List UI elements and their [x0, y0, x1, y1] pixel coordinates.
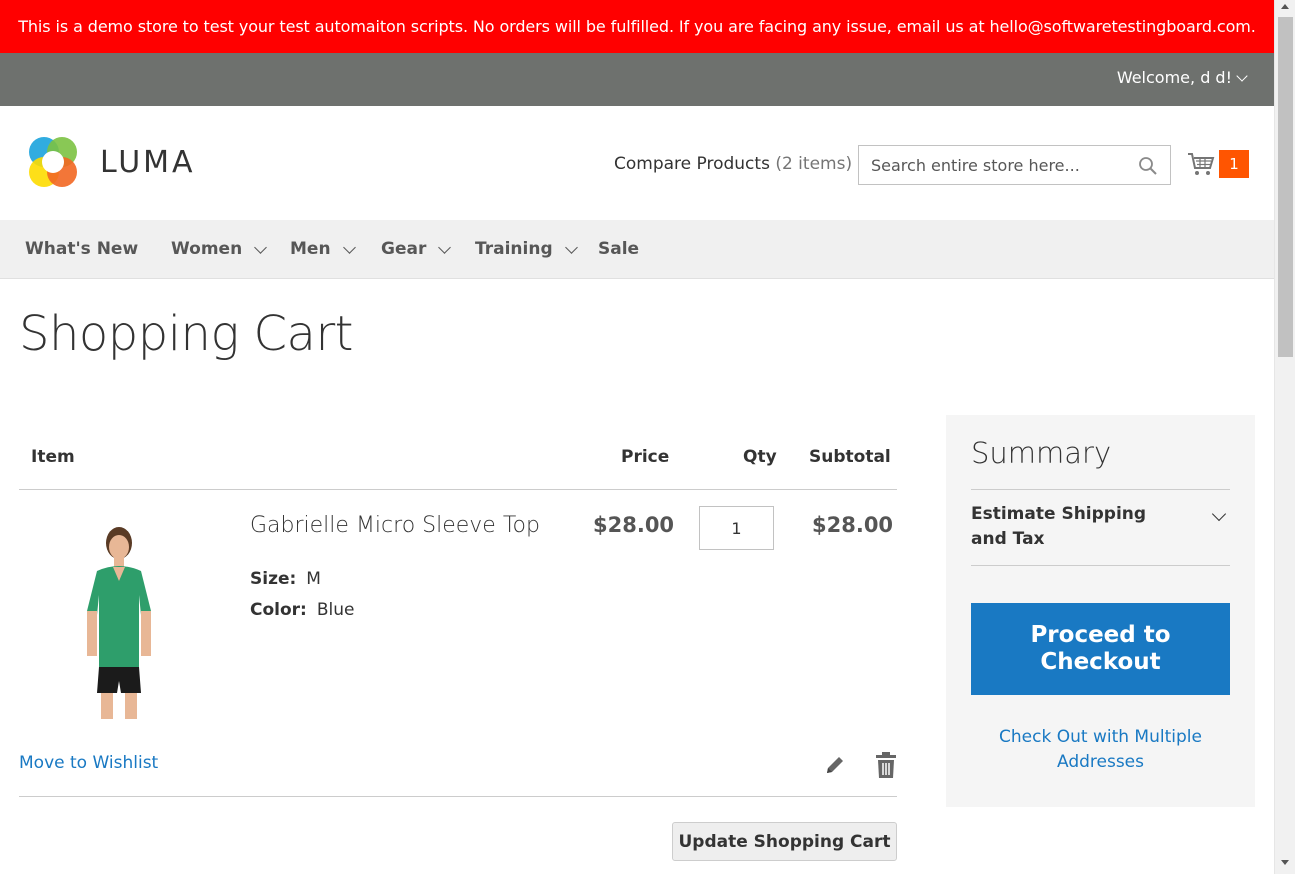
nav-item-training[interactable]: Training	[475, 239, 578, 259]
item-price: $28.00	[593, 513, 675, 537]
product-image[interactable]	[73, 521, 163, 721]
column-header-subtotal: Subtotal	[809, 447, 891, 467]
nav-item-women[interactable]: Women	[171, 239, 268, 259]
logo-text: LUMA	[100, 144, 196, 180]
qty-input[interactable]	[699, 506, 774, 550]
column-header-item: Item	[31, 447, 75, 467]
summary-title: Summary	[971, 436, 1112, 470]
compare-label: Compare Products	[614, 154, 770, 174]
chevron-down-icon[interactable]	[1211, 506, 1227, 522]
column-header-price: Price	[621, 447, 670, 467]
cart-icon	[1188, 153, 1215, 175]
chevron-down-icon	[254, 240, 268, 254]
option-value: Blue	[316, 600, 355, 620]
summary-divider	[971, 489, 1230, 490]
summary-divider	[971, 565, 1230, 566]
scroll-down-arrow-icon[interactable]	[1281, 860, 1289, 865]
scrollbar-thumb[interactable]	[1278, 17, 1293, 357]
nav-item-whats-new[interactable]: What's New	[25, 239, 138, 259]
pencil-icon[interactable]	[823, 753, 847, 777]
demo-store-banner: This is a demo store to test your test a…	[0, 0, 1274, 53]
search-icon[interactable]	[1138, 156, 1158, 176]
compare-count: (2 items)	[775, 154, 853, 174]
demo-banner-text: This is a demo store to test your test a…	[18, 17, 1256, 36]
nav-item-men[interactable]: Men	[290, 239, 356, 259]
nav-item-sale[interactable]: Sale	[598, 239, 639, 259]
nav-item-label: Men	[290, 239, 331, 259]
nav-item-label: What's New	[25, 239, 139, 259]
site-header: LUMA Compare Products (2 items) 1	[0, 106, 1274, 220]
luma-logo-icon	[29, 137, 77, 187]
logo-link[interactable]: LUMA	[26, 134, 196, 190]
proceed-to-checkout-button[interactable]: Proceed to Checkout	[971, 603, 1230, 695]
chevron-down-icon	[438, 240, 452, 254]
nav-item-gear[interactable]: Gear	[381, 239, 452, 259]
product-option-color: Color: Blue	[250, 600, 354, 620]
multi-address-checkout-link[interactable]: Check Out with Multiple Addresses	[971, 725, 1230, 775]
customer-menu-toggle[interactable]: Welcome, d d!	[1116, 68, 1248, 87]
option-label: Color:	[250, 600, 307, 620]
nav-item-label: Sale	[598, 239, 640, 259]
column-header-qty: Qty	[743, 447, 777, 467]
nav-item-label: Training	[475, 239, 553, 259]
move-to-wishlist-link[interactable]: Move to Wishlist	[19, 753, 158, 773]
chevron-down-icon	[1236, 69, 1248, 82]
welcome-text: Welcome, d d!	[1116, 68, 1232, 87]
option-label: Size:	[250, 569, 297, 589]
table-header-divider	[19, 489, 897, 490]
chevron-down-icon	[342, 240, 356, 254]
nav-item-label: Gear	[381, 239, 427, 259]
main-navigation: What's New Women Men Gear Training Sale	[0, 220, 1274, 279]
chevron-down-icon	[564, 240, 578, 254]
search-box	[858, 145, 1171, 185]
table-row-divider	[19, 796, 897, 797]
compare-products-link[interactable]: Compare Products (2 items)	[614, 154, 852, 174]
update-shopping-cart-button[interactable]: Update Shopping Cart	[672, 822, 897, 861]
panel-header: Welcome, d d!	[0, 53, 1274, 106]
nav-item-label: Women	[171, 239, 243, 259]
product-name-link[interactable]: Gabrielle Micro Sleeve Top	[250, 513, 540, 538]
cart-summary: Summary Estimate Shipping and Tax Procee…	[946, 415, 1255, 807]
trash-icon[interactable]	[875, 752, 897, 778]
item-subtotal: $28.00	[812, 513, 894, 537]
estimate-shipping-toggle[interactable]: Estimate Shipping and Tax	[971, 502, 1171, 552]
page-title: Shopping Cart	[19, 306, 354, 362]
page-scrollbar[interactable]	[1274, 0, 1295, 874]
option-value: M	[306, 569, 321, 589]
product-option-size: Size: M	[250, 569, 321, 589]
minicart-button[interactable]: 1	[1186, 149, 1250, 179]
search-input[interactable]	[859, 146, 1129, 184]
cart-count-badge: 1	[1219, 150, 1249, 178]
scroll-up-arrow-icon[interactable]	[1281, 4, 1289, 9]
